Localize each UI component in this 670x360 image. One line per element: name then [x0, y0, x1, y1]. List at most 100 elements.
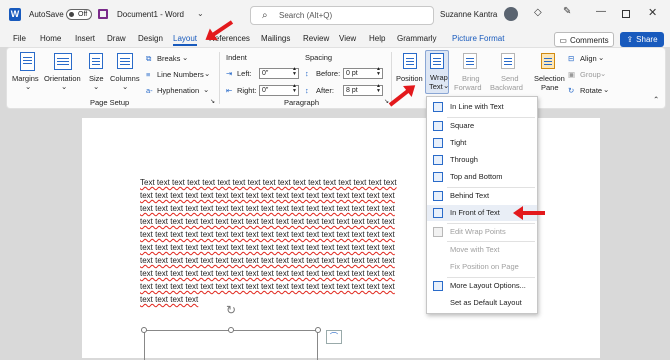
orientation-chevron-icon[interactable]: ⌄: [61, 82, 67, 91]
line-numbers-button[interactable]: Line Numbers: [157, 70, 204, 79]
hyphenation-button[interactable]: Hyphenation: [157, 86, 199, 95]
spacing-after-stepper-icon[interactable]: ▲ ▼: [376, 84, 381, 94]
spacing-before-label: Before:: [316, 69, 341, 78]
columns-chevron-icon[interactable]: ⌄: [122, 82, 128, 91]
resize-handle-icon[interactable]: [228, 327, 234, 333]
more-layout-options-icon: [433, 281, 443, 291]
menu-item-label: Edit Wrap Points: [450, 227, 506, 236]
comment-icon: ▭: [559, 36, 567, 45]
position-icon[interactable]: [403, 53, 417, 69]
autosave-toggle[interactable]: Off: [66, 9, 92, 20]
wrap-text-icon: [430, 53, 444, 69]
comments-button[interactable]: ▭ Comments: [554, 32, 614, 47]
selected-picture-frame[interactable]: [144, 330, 318, 360]
resize-handle-icon[interactable]: [315, 327, 321, 333]
menu-item-set-default-layout[interactable]: Set as Default Layout: [427, 295, 537, 311]
menu-item-more-layout-options[interactable]: More Layout Options...: [427, 278, 537, 294]
collapse-ribbon-icon[interactable]: ⌃: [653, 95, 659, 104]
tab-insert[interactable]: Insert: [75, 34, 95, 43]
diamond-icon[interactable]: ◇: [534, 7, 542, 18]
menu-item-top-and-bottom[interactable]: Top and Bottom: [427, 169, 537, 185]
size-icon[interactable]: [89, 53, 103, 69]
tab-mailings[interactable]: Mailings: [261, 34, 290, 43]
indent-left-label: Left:: [237, 69, 252, 78]
document-text-line: text text text text text text text text …: [140, 282, 395, 291]
group-button[interactable]: Group: [580, 70, 601, 79]
rotate-handle-icon[interactable]: ↻: [226, 303, 236, 317]
selection-pane-icon[interactable]: [541, 53, 555, 69]
tab-layout[interactable]: Layout: [173, 34, 198, 46]
send-backward-label-1: Send: [501, 74, 519, 83]
menu-item-in-line-with-text[interactable]: In Line with Text: [427, 99, 537, 115]
tight-wrap-icon: [433, 138, 443, 148]
menu-item-tight[interactable]: Tight: [427, 135, 537, 151]
share-button[interactable]: ⇪ Share: [620, 32, 664, 47]
menu-item-fix-position: Fix Position on Page: [427, 259, 537, 275]
spacing-after-label: After:: [316, 86, 334, 95]
align-icon: ⊟: [568, 54, 575, 63]
avatar[interactable]: [504, 7, 518, 21]
resize-handle-icon[interactable]: [141, 327, 147, 333]
through-wrap-icon: [433, 155, 443, 165]
search-box[interactable]: ⌕ Search (Alt+Q): [250, 6, 434, 25]
rotate-button[interactable]: Rotate: [580, 86, 602, 95]
wrap-text-menu: In Line with Text Square Tight Through T…: [426, 96, 538, 314]
document-text-line: text text text text text text text text …: [140, 256, 395, 265]
menu-item-square[interactable]: Square: [427, 118, 537, 134]
pen-icon[interactable]: ✎: [563, 6, 571, 17]
indent-left-stepper-icon[interactable]: ▲ ▼: [292, 67, 297, 77]
align-chevron-icon: ⌄: [598, 53, 605, 62]
document-text-line: text text text text text text text text …: [140, 243, 395, 252]
paragraph-group-label: Paragraph: [284, 98, 320, 107]
page-setup-group-label: Page Setup: [90, 98, 130, 107]
menu-item-through[interactable]: Through: [427, 152, 537, 168]
size-chevron-icon[interactable]: ⌄: [93, 82, 99, 91]
indent-right-icon: ⇤: [226, 86, 233, 95]
spacing-label: Spacing: [305, 53, 333, 62]
menu-item-label: Top and Bottom: [450, 172, 503, 181]
menu-item-behind-text[interactable]: Behind Text: [427, 188, 537, 204]
top-bottom-wrap-icon: [433, 172, 443, 182]
layout-options-icon[interactable]: ⌒: [326, 330, 342, 344]
send-backward-icon[interactable]: [501, 53, 515, 69]
autosave-label: AutoSave: [29, 10, 64, 19]
tab-picture-format[interactable]: Picture Format: [452, 34, 504, 43]
columns-icon[interactable]: [117, 53, 133, 69]
bring-forward-icon[interactable]: [463, 53, 477, 69]
tab-view[interactable]: View: [339, 34, 356, 43]
tab-design[interactable]: Design: [138, 34, 163, 43]
menu-item-label: Square: [450, 121, 475, 130]
indent-right-stepper-icon[interactable]: ▲ ▼: [292, 84, 297, 94]
bring-forward-label-2: Forward: [454, 83, 482, 92]
minimize-icon[interactable]: —: [596, 6, 606, 17]
spacing-after-value: 8 pt: [346, 87, 358, 94]
edit-wrap-points-icon: [433, 227, 443, 237]
document-title: Document1 - Word: [117, 10, 184, 19]
menu-item-label: Move with Text: [450, 245, 500, 254]
group-chevron-icon: ⌄: [600, 69, 607, 78]
hyphenation-chevron-icon: ⌄: [203, 85, 210, 94]
save-icon[interactable]: [98, 9, 108, 19]
tab-help[interactable]: Help: [369, 34, 385, 43]
close-icon[interactable]: ✕: [648, 6, 657, 19]
menu-item-label: Fix Position on Page: [450, 262, 519, 271]
maximize-icon[interactable]: [622, 10, 630, 18]
title-chevron-icon[interactable]: ⌄: [197, 9, 204, 18]
spacing-before-icon: ↕: [305, 69, 309, 78]
margins-icon[interactable]: [20, 52, 35, 71]
page-setup-launcher-icon[interactable]: ↘: [210, 98, 215, 105]
tab-review[interactable]: Review: [303, 34, 329, 43]
tab-grammarly[interactable]: Grammarly: [397, 34, 437, 43]
bring-forward-label-1: Bring: [462, 74, 480, 83]
breaks-button[interactable]: Breaks: [157, 54, 180, 63]
tab-file[interactable]: File: [13, 34, 26, 43]
margins-chevron-icon[interactable]: ⌄: [25, 82, 31, 91]
tab-home[interactable]: Home: [40, 34, 61, 43]
align-button[interactable]: Align: [580, 54, 597, 63]
document-text-line: text text text text text text text text …: [140, 230, 395, 239]
spacing-before-stepper-icon[interactable]: ▲ ▼: [376, 67, 381, 77]
hyphenation-icon: a-: [146, 86, 153, 95]
orientation-icon[interactable]: [54, 53, 72, 70]
user-name[interactable]: Suzanne Kantra: [440, 10, 497, 19]
tab-draw[interactable]: Draw: [107, 34, 126, 43]
